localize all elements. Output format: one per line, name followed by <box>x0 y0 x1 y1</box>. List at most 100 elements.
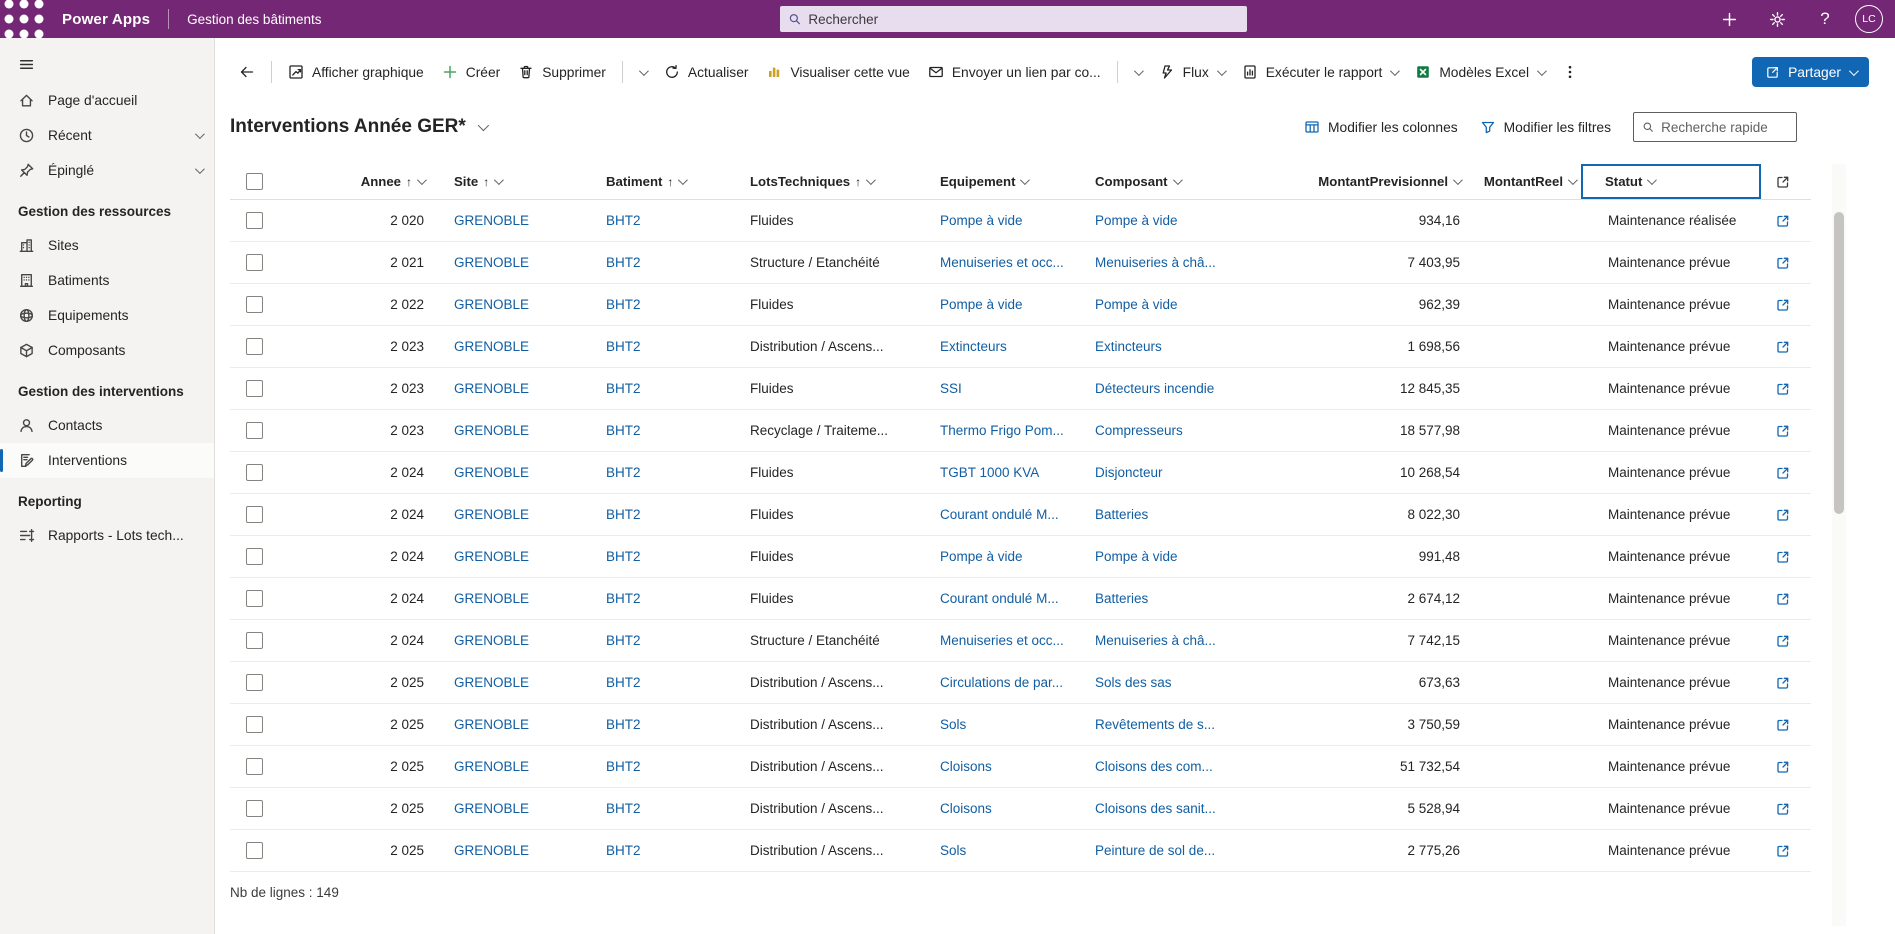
quick-search[interactable] <box>1633 112 1797 142</box>
site-link[interactable]: GRENOBLE <box>454 633 529 648</box>
composant-link[interactable]: Extincteurs <box>1095 339 1162 354</box>
sidebar-item-epingle[interactable]: Épinglé <box>0 153 214 188</box>
brand-title[interactable]: Power Apps <box>62 11 150 28</box>
batiment-link[interactable]: BHT2 <box>606 507 641 522</box>
column-header-equipement[interactable]: Equipement <box>916 164 1071 199</box>
visualize-view-button[interactable]: Visualiser cette vue <box>757 55 918 89</box>
column-header-composant[interactable]: Composant <box>1071 164 1261 199</box>
row-checkbox[interactable] <box>246 212 263 229</box>
email-overflow-button[interactable] <box>1125 55 1150 89</box>
row-checkbox[interactable] <box>246 716 263 733</box>
site-link[interactable]: GRENOBLE <box>454 801 529 816</box>
equipement-link[interactable]: Sols <box>940 717 966 732</box>
flow-button[interactable]: Flux <box>1150 55 1233 89</box>
site-link[interactable]: GRENOBLE <box>454 423 529 438</box>
sidebar-item-page-d-accueil[interactable]: Page d'accueil <box>0 83 214 118</box>
row-checkbox[interactable] <box>246 548 263 565</box>
waffle-menu-icon[interactable] <box>0 0 48 39</box>
sidebar-item-contacts[interactable]: Contacts <box>0 408 214 443</box>
open-record-button[interactable] <box>1775 174 1791 190</box>
batiment-link[interactable]: BHT2 <box>606 339 641 354</box>
sidebar-item-rapports-lots-tech[interactable]: Rapports - Lots tech... <box>0 518 214 553</box>
equipement-link[interactable]: Pompe à vide <box>940 297 1023 312</box>
site-link[interactable]: GRENOBLE <box>454 381 529 396</box>
batiment-link[interactable]: BHT2 <box>606 549 641 564</box>
open-record-button[interactable] <box>1775 717 1791 733</box>
equipement-link[interactable]: Menuiseries et occ... <box>940 255 1064 270</box>
equipement-link[interactable]: Cloisons <box>940 759 992 774</box>
delete-button[interactable]: Supprimer <box>509 55 615 89</box>
batiment-link[interactable]: BHT2 <box>606 633 641 648</box>
composant-link[interactable]: Cloisons des sanit... <box>1095 801 1216 816</box>
row-checkbox[interactable] <box>246 842 263 859</box>
open-record-button[interactable] <box>1775 297 1791 313</box>
open-record-button[interactable] <box>1775 465 1791 481</box>
batiment-link[interactable]: BHT2 <box>606 381 641 396</box>
row-checkbox[interactable] <box>246 422 263 439</box>
share-button[interactable]: Partager <box>1752 57 1869 87</box>
vertical-scrollbar[interactable] <box>1832 164 1846 926</box>
column-header-montant_reel[interactable]: MontantReel <box>1466 164 1581 199</box>
row-checkbox[interactable] <box>246 632 263 649</box>
sidebar-item-interventions[interactable]: Interventions <box>0 443 214 478</box>
batiment-link[interactable]: BHT2 <box>606 759 641 774</box>
site-link[interactable]: GRENOBLE <box>454 339 529 354</box>
site-link[interactable]: GRENOBLE <box>454 297 529 312</box>
site-link[interactable]: GRENOBLE <box>454 549 529 564</box>
row-checkbox[interactable] <box>246 506 263 523</box>
open-record-button[interactable] <box>1775 549 1791 565</box>
site-link[interactable]: GRENOBLE <box>454 759 529 774</box>
composant-link[interactable]: Revêtements de s... <box>1095 717 1215 732</box>
column-header-lots[interactable]: LotsTechniques ↑ <box>726 164 916 199</box>
app-name[interactable]: Gestion des bâtiments <box>187 12 321 27</box>
global-search-input[interactable] <box>808 11 1239 27</box>
sidebar-item-recent[interactable]: Récent <box>0 118 214 153</box>
composant-link[interactable]: Sols des sas <box>1095 675 1172 690</box>
open-record-button[interactable] <box>1775 591 1791 607</box>
composant-link[interactable]: Pompe à vide <box>1095 213 1178 228</box>
composant-link[interactable]: Batteries <box>1095 507 1148 522</box>
avatar[interactable]: LC <box>1855 5 1883 33</box>
help-icon[interactable]: ? <box>1807 0 1843 38</box>
column-header-site[interactable]: Site ↑ <box>430 164 582 199</box>
hamburger-menu-icon[interactable] <box>18 51 58 77</box>
equipement-link[interactable]: Courant ondulé M... <box>940 507 1059 522</box>
gear-icon[interactable] <box>1759 0 1795 38</box>
composant-link[interactable]: Détecteurs incendie <box>1095 381 1214 396</box>
equipement-link[interactable]: Menuiseries et occ... <box>940 633 1064 648</box>
row-checkbox[interactable] <box>246 758 263 775</box>
column-header-annee[interactable]: Annee ↑ <box>278 164 430 199</box>
batiment-link[interactable]: BHT2 <box>606 213 641 228</box>
batiment-link[interactable]: BHT2 <box>606 591 641 606</box>
equipement-link[interactable]: Thermo Frigo Pom... <box>940 423 1064 438</box>
column-header-statut[interactable]: Statut <box>1581 164 1761 199</box>
site-link[interactable]: GRENOBLE <box>454 507 529 522</box>
open-record-button[interactable] <box>1775 843 1791 859</box>
site-link[interactable]: GRENOBLE <box>454 465 529 480</box>
equipement-link[interactable]: SSI <box>940 381 962 396</box>
composant-link[interactable]: Peinture de sol de... <box>1095 843 1215 858</box>
global-search[interactable] <box>780 6 1247 32</box>
open-record-button[interactable] <box>1775 381 1791 397</box>
equipement-link[interactable]: Cloisons <box>940 801 992 816</box>
equipement-link[interactable]: Sols <box>940 843 966 858</box>
site-link[interactable]: GRENOBLE <box>454 843 529 858</box>
composant-link[interactable]: Compresseurs <box>1095 423 1183 438</box>
batiment-link[interactable]: BHT2 <box>606 675 641 690</box>
quick-search-input[interactable] <box>1661 119 1788 135</box>
more-commands-button[interactable] <box>1553 55 1587 89</box>
open-record-button[interactable] <box>1775 213 1791 229</box>
new-plus-icon[interactable] <box>1711 0 1747 38</box>
open-record-button[interactable] <box>1775 801 1791 817</box>
column-header-montant_previsionnel[interactable]: MontantPrevisionnel <box>1261 164 1466 199</box>
open-record-button[interactable] <box>1775 633 1791 649</box>
delete-overflow-button[interactable] <box>630 55 655 89</box>
create-button[interactable]: Créer <box>433 55 510 89</box>
batiment-link[interactable]: BHT2 <box>606 465 641 480</box>
batiment-link[interactable]: BHT2 <box>606 717 641 732</box>
site-link[interactable]: GRENOBLE <box>454 591 529 606</box>
open-record-button[interactable] <box>1775 675 1791 691</box>
row-checkbox[interactable] <box>246 296 263 313</box>
composant-link[interactable]: Menuiseries à châ... <box>1095 255 1216 270</box>
composant-link[interactable]: Batteries <box>1095 591 1148 606</box>
